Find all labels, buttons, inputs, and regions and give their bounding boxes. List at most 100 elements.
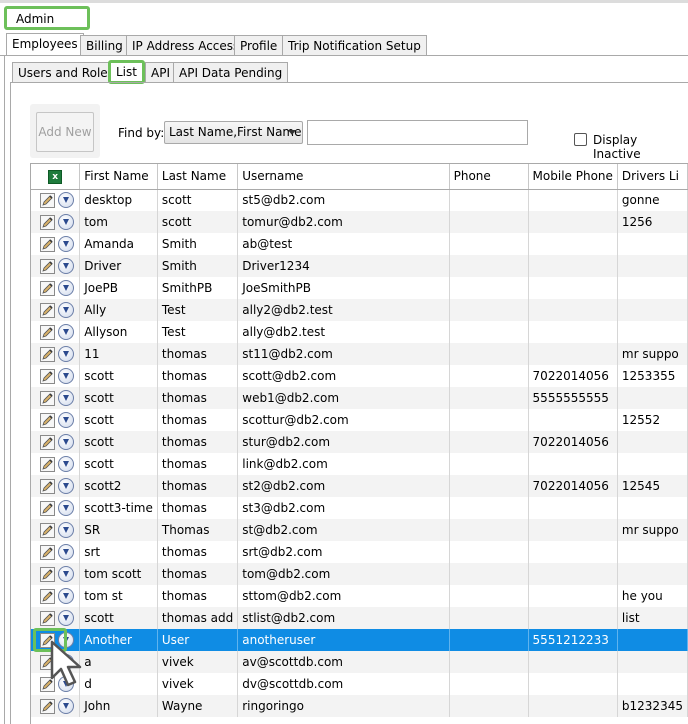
col-username[interactable]: Username xyxy=(237,164,450,190)
table-row[interactable]: scott thomas add stlist@db2.com list xyxy=(31,607,688,629)
table-row[interactable]: scott thomas scott@db2.com 7022014056 125335… xyxy=(31,365,688,387)
cell-drivers-license: mr suppo xyxy=(617,343,688,365)
table-row[interactable]: scott3-time thomas st3@db2.com xyxy=(31,497,688,519)
display-inactive-checkbox[interactable] xyxy=(574,133,587,146)
table-row[interactable]: Allyson Test ally@db2.test xyxy=(31,321,688,343)
col-drivers-license[interactable]: Drivers Li xyxy=(617,164,688,190)
tab-billing[interactable]: Billing xyxy=(80,35,129,56)
excel-export-icon[interactable]: x xyxy=(48,170,63,185)
table-row[interactable]: scott2 thomas st2@db2.com 7022014056 12545 xyxy=(31,475,688,497)
tab-employees[interactable]: Employees xyxy=(6,33,84,56)
table-row[interactable]: tom scott tomur@db2.com 1256 xyxy=(31,211,688,233)
edit-pencil-icon[interactable] xyxy=(40,478,55,494)
table-row[interactable]: 11 thomas st11@db2.com mr suppo xyxy=(31,343,688,365)
download-circle-icon[interactable] xyxy=(58,236,74,252)
table-row[interactable]: srt thomas srt@db2.com xyxy=(31,541,688,563)
download-circle-icon[interactable] xyxy=(58,280,74,296)
table-row[interactable]: scott thomas scottur@db2.com 12552 xyxy=(31,409,688,431)
download-circle-icon[interactable] xyxy=(58,588,74,604)
cell-mobile-phone xyxy=(528,321,618,343)
edit-pencil-icon[interactable] xyxy=(40,258,55,274)
download-circle-icon[interactable] xyxy=(58,434,74,450)
edit-pencil-icon[interactable] xyxy=(40,302,55,318)
edit-pencil-icon[interactable] xyxy=(40,544,55,560)
row-actions xyxy=(31,497,81,519)
table-row[interactable]: scott thomas stur@db2.com 7022014056 xyxy=(31,431,688,453)
edit-pencil-icon[interactable] xyxy=(40,588,55,604)
admin-title-tab[interactable]: Admin xyxy=(4,6,90,30)
table-row[interactable]: Another User anotheruser 5551212233 xyxy=(31,629,688,651)
table-row[interactable]: JoePB SmithPB JoeSmithPB xyxy=(31,277,688,299)
edit-pencil-icon[interactable] xyxy=(40,236,55,252)
download-circle-icon[interactable] xyxy=(58,698,74,714)
col-last-name[interactable]: Last Name xyxy=(157,164,239,190)
row-actions xyxy=(31,475,81,497)
download-circle-icon[interactable] xyxy=(58,214,74,230)
table-row[interactable]: scott thomas link@db2.com xyxy=(31,453,688,475)
edit-pencil-icon[interactable] xyxy=(40,346,55,362)
edit-pencil-icon[interactable] xyxy=(40,214,55,230)
table-row[interactable]: Amanda Smith ab@test xyxy=(31,233,688,255)
download-circle-icon[interactable] xyxy=(58,566,74,582)
cell-first-name: srt xyxy=(79,541,158,563)
edit-pencil-icon[interactable] xyxy=(40,500,55,516)
table-row[interactable]: desktop scott st5@db2.com gonne xyxy=(31,189,688,211)
tab-api-data-pending[interactable]: API Data Pending xyxy=(173,62,289,83)
edit-pencil-icon[interactable] xyxy=(40,390,55,406)
download-circle-icon[interactable] xyxy=(58,346,74,362)
col-mobile-phone[interactable]: Mobile Phone xyxy=(528,164,618,190)
download-circle-icon[interactable] xyxy=(58,302,74,318)
download-circle-icon[interactable] xyxy=(58,478,74,494)
edit-pencil-icon[interactable] xyxy=(40,456,55,472)
table-row[interactable]: John Wayne ringoringo b1232345 xyxy=(31,695,688,717)
edit-pencil-icon[interactable] xyxy=(40,412,55,428)
edit-pencil-icon[interactable] xyxy=(40,280,55,296)
tab-api[interactable]: API xyxy=(145,62,176,83)
edit-pencil-icon[interactable] xyxy=(40,610,55,626)
cell-drivers-license xyxy=(617,453,688,475)
row-actions xyxy=(31,695,81,717)
download-circle-icon[interactable] xyxy=(58,544,74,560)
download-circle-icon[interactable] xyxy=(58,192,74,209)
edit-pencil-icon[interactable] xyxy=(40,368,55,384)
edit-pencil-icon[interactable] xyxy=(40,434,55,450)
download-circle-icon[interactable] xyxy=(58,324,74,340)
cell-last-name: SmithPB xyxy=(157,277,239,299)
download-circle-icon[interactable] xyxy=(58,390,74,406)
tab-ip-address-access[interactable]: IP Address Access xyxy=(126,35,246,56)
edit-pencil-icon[interactable] xyxy=(40,698,55,714)
download-circle-icon[interactable] xyxy=(58,456,74,472)
tab-trip-notification-setup[interactable]: Trip Notification Setup xyxy=(282,35,427,56)
download-circle-icon[interactable] xyxy=(58,368,74,384)
cell-username: srt@db2.com xyxy=(237,541,450,563)
tab-list[interactable]: List xyxy=(108,60,145,84)
panel-border xyxy=(4,56,5,724)
download-circle-icon[interactable] xyxy=(58,522,74,538)
export-header[interactable]: x xyxy=(31,164,81,190)
tab-users-and-roles[interactable]: Users and Roles xyxy=(12,62,120,83)
edit-pencil-icon[interactable] xyxy=(40,324,55,340)
table-row[interactable]: SR Thomas st@db2.com mr suppo xyxy=(31,519,688,541)
table-row[interactable]: Ally Test ally2@db2.test xyxy=(31,299,688,321)
table-row[interactable]: Driver Smith Driver1234 xyxy=(31,255,688,277)
table-row[interactable]: tom scott thomas tom@db2.com xyxy=(31,563,688,585)
tab-profile[interactable]: Profile xyxy=(234,35,284,56)
download-circle-icon[interactable] xyxy=(58,500,74,516)
download-circle-icon[interactable] xyxy=(58,610,74,626)
table-row[interactable]: d vivek dv@scottdb.com xyxy=(31,673,688,695)
col-first-name[interactable]: First Name xyxy=(79,164,158,190)
table-row[interactable]: tom st thomas sttom@db2.com he you xyxy=(31,585,688,607)
download-circle-icon[interactable] xyxy=(58,412,74,428)
table-row[interactable]: scott thomas web1@db2.com 5555555555 xyxy=(31,387,688,409)
cell-last-name: thomas xyxy=(157,453,239,475)
download-circle-icon[interactable] xyxy=(58,258,74,274)
cell-mobile-phone xyxy=(528,651,618,673)
add-new-button[interactable]: Add New xyxy=(36,112,94,152)
edit-pencil-icon[interactable] xyxy=(40,192,55,208)
col-phone[interactable]: Phone xyxy=(449,164,529,190)
table-row[interactable]: a vivek av@scottdb.com xyxy=(31,651,688,673)
search-input[interactable] xyxy=(307,120,528,145)
find-by-select[interactable]: Last Name,First Name xyxy=(164,121,303,144)
edit-pencil-icon[interactable] xyxy=(40,522,55,538)
edit-pencil-icon[interactable] xyxy=(40,566,55,582)
